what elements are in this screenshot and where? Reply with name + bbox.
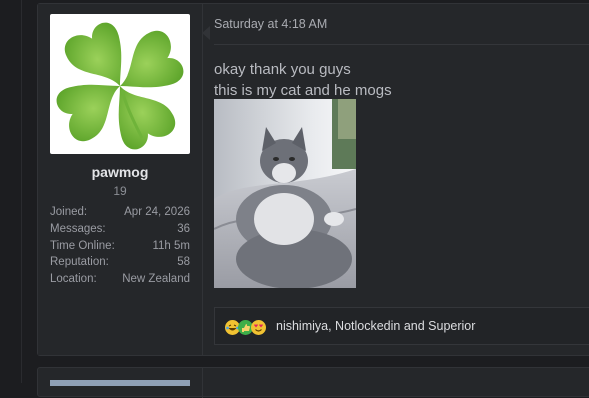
page-gutter-line — [21, 0, 22, 383]
user-info-panel: pawmog 19 Joined: Apr 24, 2026 Messages:… — [38, 4, 203, 355]
stat-value: 58 — [177, 256, 190, 269]
stat-value: 11h 5m — [152, 239, 190, 252]
heart-eyes-emoji-icon — [251, 320, 266, 335]
attached-cat-image[interactable] — [214, 99, 356, 288]
reaction-users[interactable]: nishimiya, Notlockedin and Superior — [276, 319, 475, 333]
four-leaf-clover-icon — [56, 22, 184, 150]
reaction-icons — [225, 320, 266, 335]
user-stats: Joined: Apr 24, 2026 Messages: 36 Time O… — [50, 204, 190, 288]
stat-row-messages: Messages: 36 — [50, 221, 190, 238]
cat-photo-icon — [214, 99, 356, 288]
stat-value: Apr 24, 2026 — [124, 206, 190, 218]
message-pointer-arrow — [202, 26, 210, 40]
avatar[interactable] — [50, 380, 190, 386]
user-title: 19 — [113, 184, 127, 198]
stat-row-joined: Joined: Apr 24, 2026 — [50, 204, 190, 221]
stat-label: Reputation: — [50, 256, 109, 269]
stat-value: New Zealand — [122, 273, 190, 286]
stat-row-location: Location: New Zealand — [50, 271, 190, 288]
post-date[interactable]: Saturday at 4:18 AM — [214, 17, 327, 31]
stat-label: Joined: — [50, 206, 88, 218]
forum-post: pawmog 19 Joined: Apr 24, 2026 Messages:… — [37, 3, 589, 356]
stat-label: Time Online: — [50, 239, 115, 252]
message-line: okay thank you guys — [214, 61, 351, 78]
username[interactable]: pawmog — [38, 164, 202, 180]
stat-value: 36 — [177, 222, 190, 235]
reactions-bar[interactable]: nishimiya, Notlockedin and Superior — [214, 307, 589, 345]
message-line: this is my cat and he mogs — [214, 82, 392, 99]
stat-row-time-online: Time Online: 11h 5m — [50, 238, 190, 255]
divider — [202, 368, 203, 398]
divider — [214, 44, 589, 45]
message-body: Saturday at 4:18 AM okay thank you guys … — [214, 4, 589, 355]
stat-label: Location: — [50, 273, 97, 286]
stat-row-reputation: Reputation: 58 — [50, 254, 190, 271]
next-forum-post — [37, 367, 589, 398]
stat-label: Messages: — [50, 222, 106, 235]
avatar[interactable] — [50, 14, 190, 154]
